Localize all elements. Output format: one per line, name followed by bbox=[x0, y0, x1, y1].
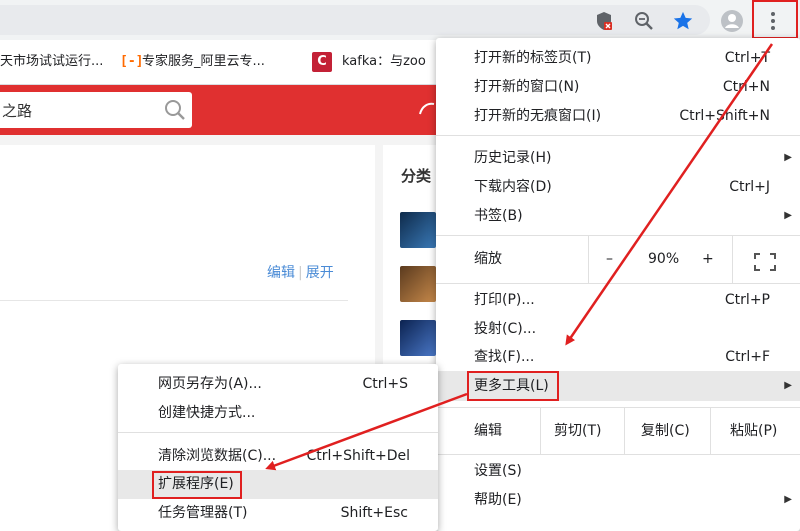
annotation-arrows bbox=[265, 43, 774, 471]
annotation-arrow bbox=[265, 392, 468, 471]
annotation-arrow bbox=[565, 43, 774, 346]
